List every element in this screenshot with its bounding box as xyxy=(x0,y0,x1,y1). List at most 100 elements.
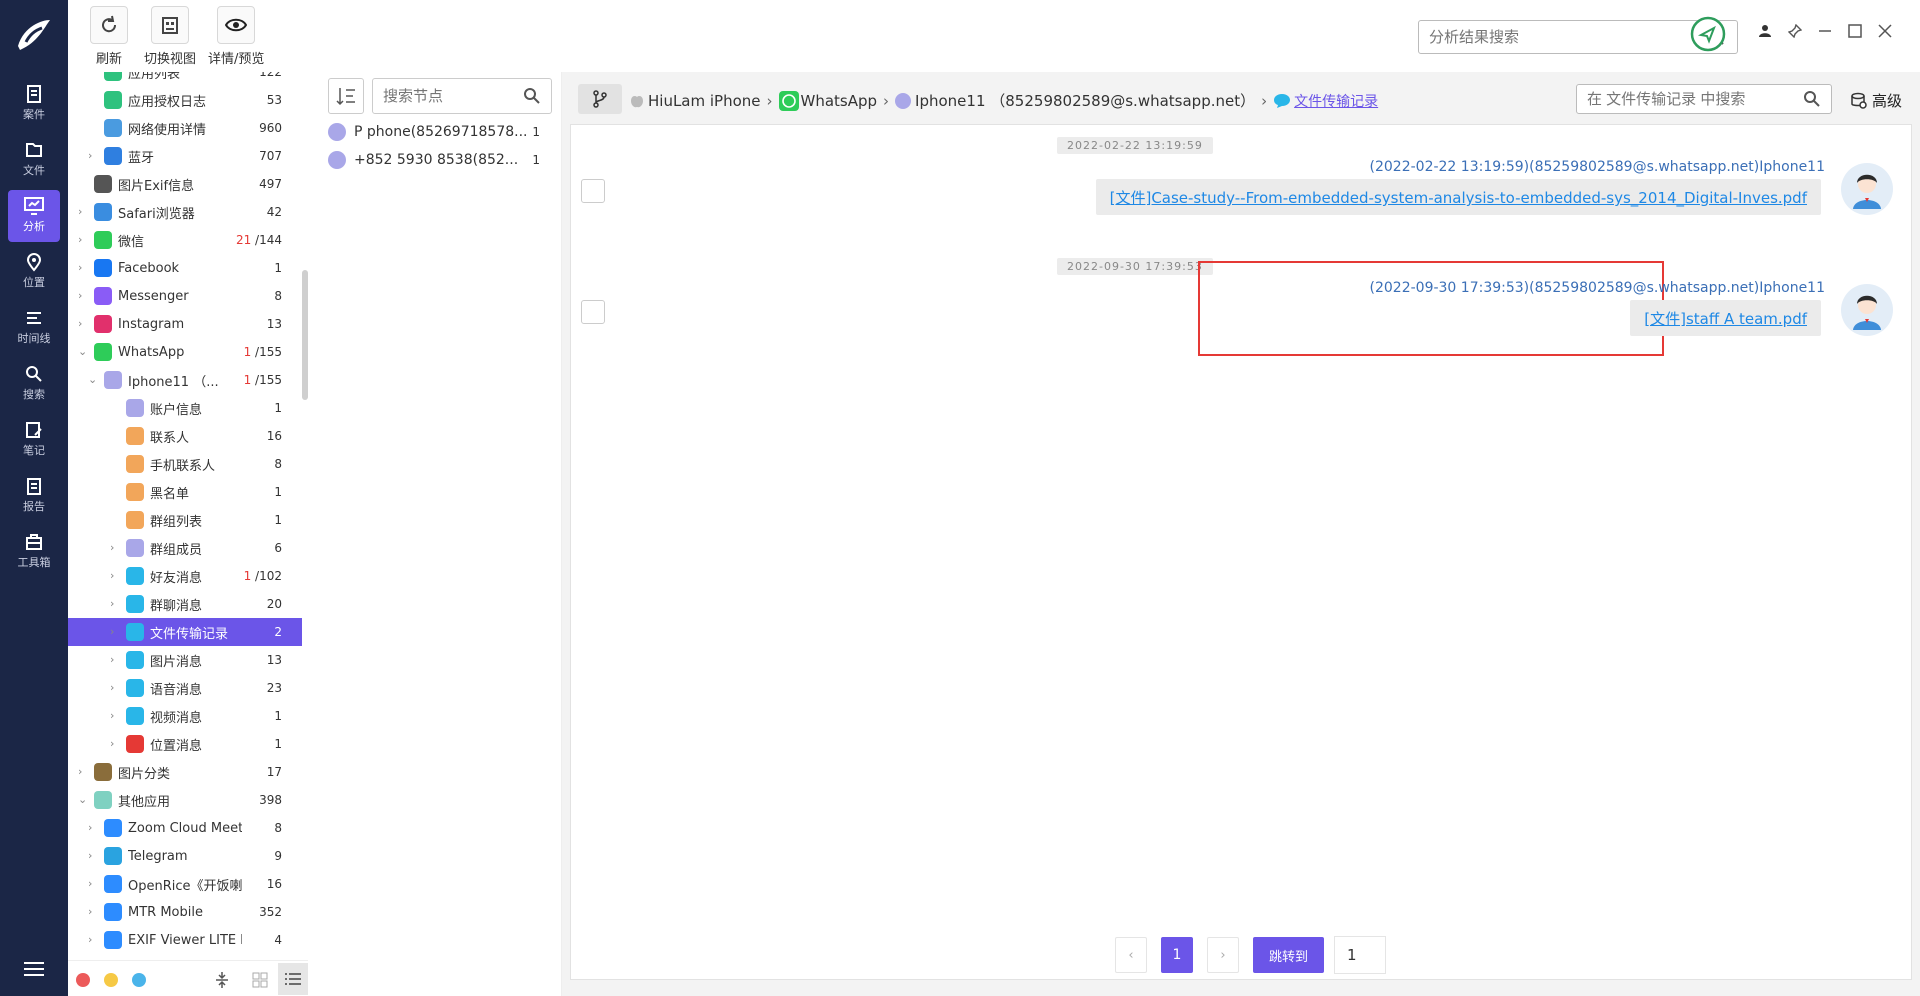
rail-item-timeline[interactable]: 时间线 xyxy=(8,302,60,354)
tree-item[interactable]: › EXIF Viewer LITE b... 4 xyxy=(68,926,302,954)
user-icon[interactable] xyxy=(1758,24,1772,38)
tree-item[interactable]: 应用列表 122 xyxy=(68,72,302,86)
details-preview-button[interactable]: 详情/预览 xyxy=(208,6,264,67)
tree-item[interactable]: › Messenger 8 xyxy=(68,282,302,310)
chevron-right-icon[interactable]: › xyxy=(110,626,120,637)
chevron-right-icon[interactable]: › xyxy=(110,738,120,749)
close-icon[interactable] xyxy=(1878,24,1892,38)
node-search-box[interactable] xyxy=(372,78,552,114)
tree-item[interactable]: › Telegram 9 xyxy=(68,842,302,870)
chevron-right-icon[interactable]: › xyxy=(88,878,98,889)
rail-item-files[interactable]: 文件 xyxy=(8,134,60,186)
tree-item[interactable]: ⌄ Iphone11 （... 1 /155 xyxy=(68,366,302,394)
breadcrumb-app[interactable]: WhatsApp xyxy=(801,92,878,110)
tree-item[interactable]: › 文件传输记录 2 xyxy=(68,618,302,646)
tree-item[interactable]: › Safari浏览器 42 xyxy=(68,198,302,226)
switch-view-button[interactable]: 切换视图 xyxy=(144,6,196,67)
rail-item-toolbox[interactable]: 工具箱 xyxy=(8,526,60,578)
list-view-button[interactable] xyxy=(278,963,308,995)
tree-item[interactable]: 网络使用详情 960 xyxy=(68,114,302,142)
rail-item-location[interactable]: 位置 xyxy=(8,246,60,298)
search-icon[interactable] xyxy=(1803,90,1821,108)
avatar[interactable] xyxy=(1841,284,1893,336)
tree-item[interactable]: › 群聊消息 20 xyxy=(68,590,302,618)
chevron-right-icon[interactable]: › xyxy=(88,850,98,861)
node-search-input[interactable] xyxy=(373,79,513,113)
jump-to-page-button[interactable]: 跳转到 xyxy=(1253,937,1325,973)
tree-item[interactable]: › Instagram 13 xyxy=(68,310,302,338)
avatar[interactable] xyxy=(1841,163,1893,215)
breadcrumb-current[interactable]: 文件传输记录 xyxy=(1294,91,1378,111)
refresh-button[interactable]: 刷新 xyxy=(90,6,128,67)
chevron-right-icon[interactable]: › xyxy=(78,262,88,273)
pin-icon[interactable] xyxy=(1788,24,1802,38)
chevron-right-icon[interactable]: › xyxy=(88,822,98,833)
status-dot-blue[interactable] xyxy=(132,973,146,987)
chevron-right-icon[interactable]: › xyxy=(78,206,88,217)
tree-item[interactable]: › 图片消息 13 xyxy=(68,646,302,674)
content-search-box[interactable] xyxy=(1576,84,1832,114)
tree-item[interactable]: › 视频消息 1 xyxy=(68,702,302,730)
tree-item[interactable]: › Facebook 1 xyxy=(68,254,302,282)
tree-item[interactable]: › MTR Mobile 352 xyxy=(68,898,302,926)
maximize-icon[interactable] xyxy=(1848,24,1862,38)
chevron-right-icon[interactable]: › xyxy=(110,710,120,721)
chevron-down-icon[interactable]: ⌄ xyxy=(88,374,98,385)
advanced-search-button[interactable]: 高级 xyxy=(1850,90,1902,111)
rail-item-report[interactable]: 报告 xyxy=(8,470,60,522)
tree-item[interactable]: 图片Exif信息 497 xyxy=(68,170,302,198)
status-dot-yellow[interactable] xyxy=(104,973,118,987)
tree-item[interactable]: ⌄ WhatsApp 1 /155 xyxy=(68,338,302,366)
next-page-button[interactable]: › xyxy=(1207,937,1239,973)
tree-item[interactable]: 黑名单 1 xyxy=(68,478,302,506)
sort-button[interactable] xyxy=(328,78,364,114)
rail-item-case[interactable]: 案件 xyxy=(8,78,60,130)
chevron-right-icon[interactable]: › xyxy=(88,934,98,945)
tree-item[interactable]: › Zoom Cloud Meeti... 8 xyxy=(68,814,302,842)
tree-item[interactable]: › 蓝牙 707 xyxy=(68,142,302,170)
tree-item[interactable]: › 群组成员 6 xyxy=(68,534,302,562)
chevron-right-icon[interactable]: › xyxy=(78,766,88,777)
search-icon[interactable] xyxy=(523,87,541,105)
minimize-icon[interactable] xyxy=(1818,24,1832,38)
chevron-right-icon[interactable]: › xyxy=(110,570,120,581)
content-search-input[interactable] xyxy=(1577,85,1787,113)
tree-item[interactable]: › 图片分类 17 xyxy=(68,758,302,786)
chevron-down-icon[interactable]: ⌄ xyxy=(78,794,88,805)
message-checkbox[interactable] xyxy=(581,300,605,324)
chevron-right-icon[interactable]: › xyxy=(110,654,120,665)
branch-toggle-button[interactable] xyxy=(578,84,622,114)
file-link[interactable]: [文件]staff A team.pdf xyxy=(1644,310,1807,328)
tree-item[interactable]: › 语音消息 23 xyxy=(68,674,302,702)
chevron-right-icon[interactable]: › xyxy=(78,318,88,329)
prev-page-button[interactable]: ‹ xyxy=(1115,937,1147,973)
tree-item[interactable]: › 微信 21 /144 xyxy=(68,226,302,254)
tree-item[interactable]: 应用授权日志 53 xyxy=(68,86,302,114)
send-icon[interactable] xyxy=(1690,16,1726,52)
chevron-down-icon[interactable]: ⌄ xyxy=(78,346,88,357)
tree-scrollbar[interactable] xyxy=(302,270,308,400)
tree-item[interactable]: 群组列表 1 xyxy=(68,506,302,534)
file-link[interactable]: [文件]Case-study--From-embedded-system-ana… xyxy=(1110,189,1807,207)
tree-item[interactable]: › 好友消息 1 /102 xyxy=(68,562,302,590)
tree-item[interactable]: ⌄ 其他应用 398 xyxy=(68,786,302,814)
rail-item-analysis[interactable]: 分析 xyxy=(8,190,60,242)
chevron-right-icon[interactable]: › xyxy=(78,234,88,245)
rail-item-notes[interactable]: 笔记 xyxy=(8,414,60,466)
chevron-right-icon[interactable]: › xyxy=(110,682,120,693)
tree-item[interactable]: › 位置消息 1 xyxy=(68,730,302,758)
chevron-right-icon[interactable]: › xyxy=(78,290,88,301)
tree-item[interactable]: › OpenRice《开饭喇... 16 xyxy=(68,870,302,898)
tree-item[interactable]: 联系人 16 xyxy=(68,422,302,450)
node-item[interactable]: P phone(85269718578... 1 xyxy=(328,118,556,146)
menu-icon[interactable] xyxy=(22,960,46,978)
breadcrumb-account[interactable]: Iphone11 （85259802589@s.whatsapp.net） xyxy=(915,90,1255,111)
rail-item-search[interactable]: 搜索 xyxy=(8,358,60,410)
chevron-right-icon[interactable]: › xyxy=(88,150,98,161)
global-search-input[interactable] xyxy=(1419,21,1689,53)
status-dot-red[interactable] xyxy=(76,973,90,987)
tree-item[interactable]: 账户信息 1 xyxy=(68,394,302,422)
chevron-right-icon[interactable]: › xyxy=(110,598,120,609)
page-button-current[interactable]: 1 xyxy=(1161,937,1193,973)
breadcrumb-device[interactable]: HiuLam iPhone xyxy=(648,92,761,110)
